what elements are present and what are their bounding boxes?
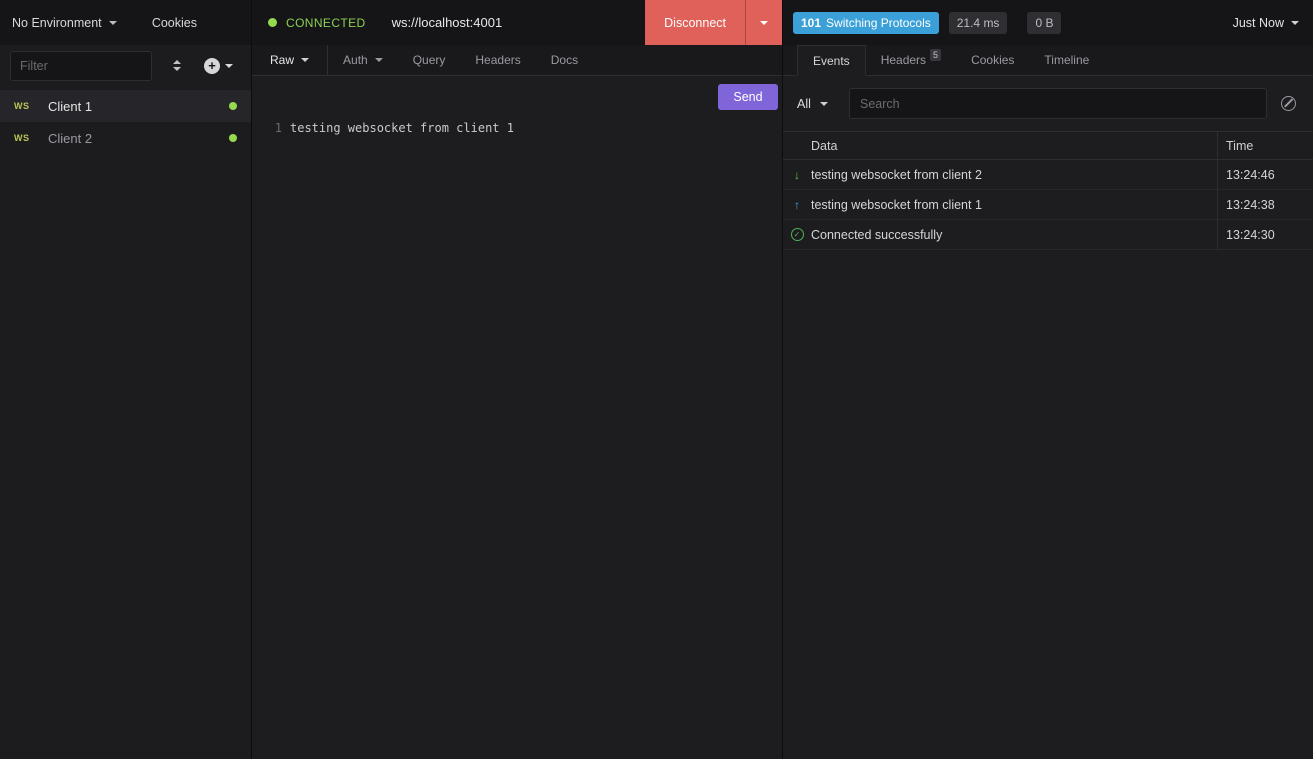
sidebar-filter-row (0, 45, 251, 86)
tab-events[interactable]: Events (797, 45, 866, 76)
icon-cell: ↑ (783, 199, 811, 211)
websocket-url[interactable]: ws://localhost:4001 (392, 15, 503, 30)
chevron-down-icon (760, 21, 768, 25)
event-row-received[interactable]: ↓ testing websocket from client 2 13:24:… (783, 160, 1313, 190)
response-tab-bar: Events Headers 5 Cookies Timeline (783, 45, 1313, 76)
events-table-header: Data Time (783, 132, 1313, 160)
request-name: Client 1 (48, 99, 92, 114)
tab-label: Query (413, 53, 446, 67)
event-type-filter[interactable]: All (797, 97, 849, 111)
response-panel: 101 Switching Protocols 21.4 ms 0 B Just… (783, 0, 1313, 759)
tab-query[interactable]: Query (398, 45, 461, 75)
tab-timeline[interactable]: Timeline (1029, 45, 1104, 75)
message-type-dropdown[interactable]: Raw (270, 53, 309, 67)
sidebar: No Environment Cookies WS Client 1 (0, 0, 252, 759)
cookies-button[interactable]: Cookies (152, 16, 197, 30)
status-text: Switching Protocols (826, 16, 931, 30)
chevron-down-icon (301, 58, 309, 62)
chevron-down-icon (375, 58, 383, 62)
history-dropdown[interactable]: Just Now (1233, 16, 1299, 30)
tab-auth[interactable]: Auth (328, 45, 398, 75)
sort-up-icon (173, 60, 181, 64)
send-button[interactable]: Send (718, 84, 778, 110)
data-column-header: Data (811, 139, 1217, 153)
event-data: testing websocket from client 1 (811, 198, 1217, 212)
tab-label: Headers (475, 53, 520, 67)
environment-selector[interactable]: No Environment (10, 12, 119, 34)
time-column-header: Time (1217, 132, 1313, 159)
connected-dot-icon (229, 134, 237, 142)
clear-events-icon[interactable] (1281, 96, 1296, 111)
url-bar: CONNECTED ws://localhost:4001 Disconnect (252, 0, 782, 45)
event-data: testing websocket from client 2 (811, 168, 1217, 182)
events-table: Data Time ↓ testing websocket from clien… (783, 131, 1313, 250)
connected-dot-icon (229, 102, 237, 110)
line-number: 1 (252, 121, 282, 135)
events-filter-row: All (783, 76, 1313, 131)
filter-input[interactable] (10, 51, 152, 81)
size-badge: 0 B (1027, 12, 1061, 34)
request-panel: CONNECTED ws://localhost:4001 Disconnect… (252, 0, 783, 759)
message-received-icon: ↓ (794, 169, 800, 181)
event-time: 13:24:46 (1217, 160, 1313, 189)
event-data: Connected successfully (811, 228, 1217, 242)
request-name: Client 2 (48, 131, 92, 146)
tab-label: Events (813, 54, 850, 68)
chevron-down-icon (820, 102, 828, 106)
sort-icon[interactable] (170, 57, 184, 74)
ws-method-tag: WS (14, 133, 38, 143)
add-request-button[interactable] (204, 58, 233, 74)
tab-cookies[interactable]: Cookies (956, 45, 1029, 75)
connected-dot-icon (268, 18, 277, 27)
tab-label: Docs (551, 53, 578, 67)
request-list: WS Client 1 WS Client 2 (0, 86, 251, 759)
status-badge: 101 Switching Protocols (793, 12, 939, 34)
event-row-connected[interactable]: Connected successfully 13:24:30 (783, 220, 1313, 250)
request-item-client-1[interactable]: WS Client 1 (0, 90, 251, 122)
editor-code-area[interactable]: 1 testing websocket from client 1 (252, 114, 782, 759)
editor-text: testing websocket from client 1 (290, 121, 514, 135)
message-sent-icon: ↑ (794, 199, 800, 211)
message-editor[interactable]: Send 1 testing websocket from client 1 (252, 76, 782, 759)
sort-down-icon (173, 67, 181, 71)
disconnect-button[interactable]: Disconnect (645, 0, 745, 45)
history-label: Just Now (1233, 16, 1284, 30)
chevron-down-icon (1291, 21, 1299, 25)
environment-label: No Environment (12, 16, 102, 30)
icon-cell (783, 228, 811, 241)
request-item-client-2[interactable]: WS Client 2 (0, 122, 251, 154)
check-circle-icon (791, 228, 804, 241)
status-code: 101 (801, 16, 821, 30)
tab-label: Auth (343, 53, 368, 67)
sidebar-header: No Environment Cookies (0, 0, 251, 45)
connection-status: CONNECTED (286, 16, 366, 30)
tab-response-headers[interactable]: Headers 5 (866, 45, 956, 75)
tab-label: Cookies (971, 53, 1014, 67)
tab-docs[interactable]: Docs (536, 45, 593, 75)
event-time: 13:24:30 (1217, 220, 1313, 249)
tab-label: Timeline (1044, 53, 1089, 67)
event-time: 13:24:38 (1217, 190, 1313, 219)
message-type-label: Raw (270, 53, 294, 67)
chevron-down-icon (109, 21, 117, 25)
chevron-down-icon (225, 64, 233, 68)
disconnect-button-group: Disconnect (645, 0, 782, 45)
icon-cell: ↓ (783, 169, 811, 181)
headers-count-badge: 5 (930, 49, 941, 61)
event-row-sent[interactable]: ↑ testing websocket from client 1 13:24:… (783, 190, 1313, 220)
tab-headers[interactable]: Headers (460, 45, 535, 75)
send-row: Send (252, 76, 782, 114)
search-input[interactable] (849, 88, 1267, 119)
event-type-filter-value: All (797, 97, 811, 111)
tab-label: Headers (881, 53, 926, 67)
editor-line: 1 testing websocket from client 1 (252, 120, 782, 136)
ws-method-tag: WS (14, 101, 38, 111)
time-badge: 21.4 ms (949, 12, 1008, 34)
request-tab-bar: Raw Auth Query Headers Docs (252, 45, 782, 76)
disconnect-dropdown-button[interactable] (745, 0, 782, 45)
response-header: 101 Switching Protocols 21.4 ms 0 B Just… (783, 0, 1313, 45)
plus-icon (204, 58, 220, 74)
app-window: No Environment Cookies WS Client 1 (0, 0, 1313, 759)
